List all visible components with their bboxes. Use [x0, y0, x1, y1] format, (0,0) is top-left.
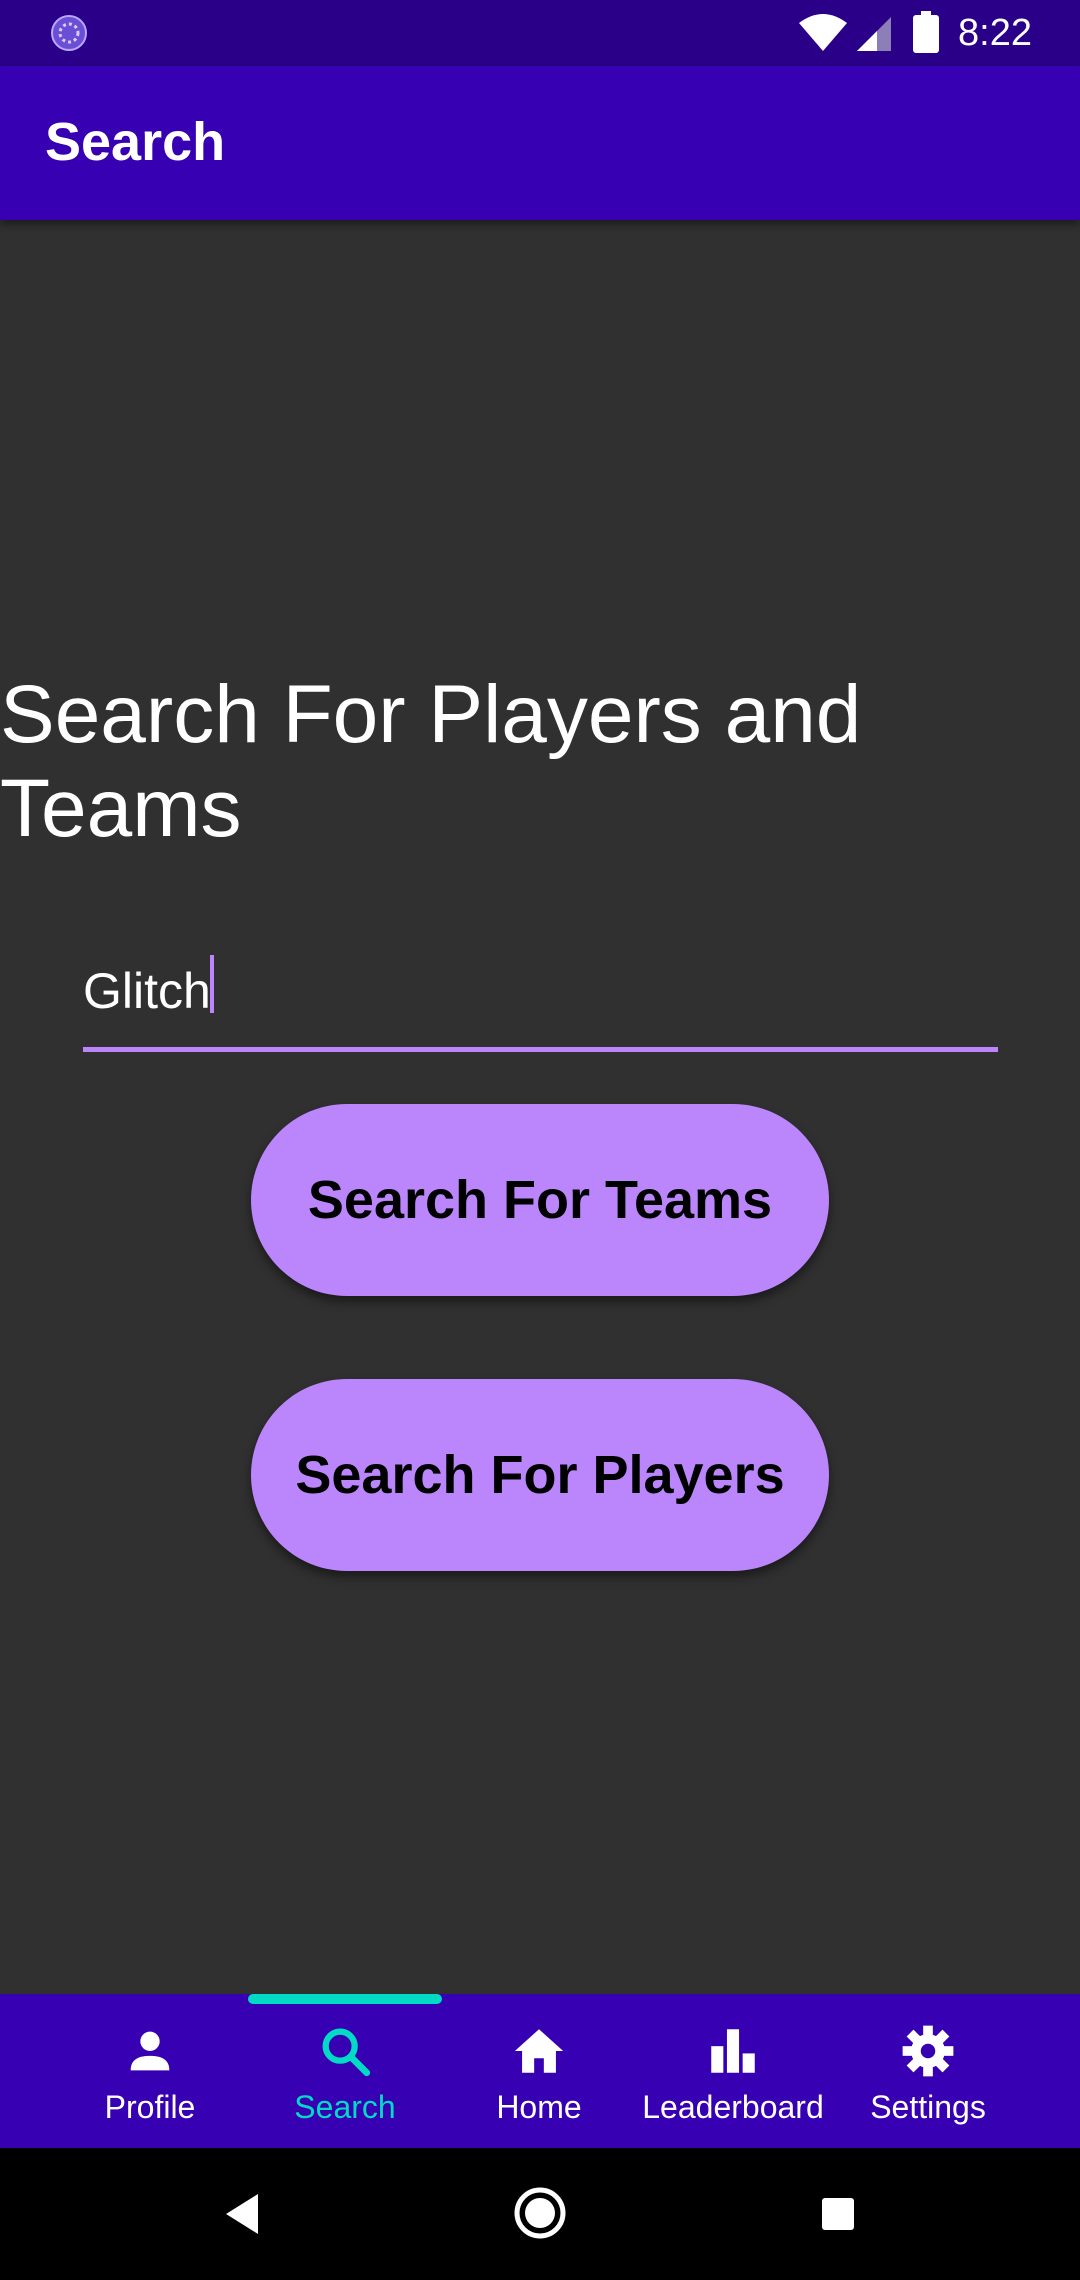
nav-item-leaderboard[interactable]: Leaderboard [638, 1994, 828, 2148]
search-heading: Search For Players and Teams [0, 669, 862, 854]
nav-label-search: Search [294, 2089, 396, 2125]
system-navigation-bar [0, 2148, 1080, 2280]
search-teams-button[interactable]: Search For Teams [251, 1104, 829, 1296]
search-players-button[interactable]: Search For Players [251, 1379, 829, 1571]
text-cursor [210, 955, 214, 1013]
nav-item-profile[interactable]: Profile [55, 1994, 245, 2148]
nav-label-home: Home [496, 2089, 582, 2125]
bar-chart-icon [711, 2029, 755, 2073]
back-icon[interactable] [222, 2192, 262, 2236]
app-bar: Search [0, 66, 1080, 220]
gear-icon [902, 2025, 954, 2077]
home-circle-icon[interactable] [513, 2186, 567, 2240]
nav-item-settings[interactable]: Settings [833, 1994, 1023, 2148]
wifi-icon [799, 14, 847, 51]
search-input[interactable] [83, 950, 998, 1032]
nav-label-settings: Settings [870, 2089, 986, 2125]
nav-item-search[interactable]: Search [250, 1994, 440, 2148]
search-field[interactable] [83, 940, 998, 1052]
nav-label-leaderboard: Leaderboard [642, 2089, 824, 2125]
sync-icon [51, 15, 87, 51]
nav-label-profile: Profile [104, 2089, 196, 2125]
home-icon [514, 2029, 564, 2073]
status-bar: 8:22 [0, 0, 1080, 66]
status-time: 8:22 [958, 12, 1032, 54]
recents-icon[interactable] [820, 2196, 856, 2232]
nav-item-home[interactable]: Home [444, 1994, 634, 2148]
search-icon [322, 2028, 371, 2077]
battery-icon [913, 11, 939, 53]
person-icon [130, 2031, 170, 2071]
bottom-navigation: Profile Search Home Leaderboard Settings [0, 1994, 1080, 2148]
page-title: Search [45, 112, 226, 172]
signal-icon [857, 17, 891, 51]
